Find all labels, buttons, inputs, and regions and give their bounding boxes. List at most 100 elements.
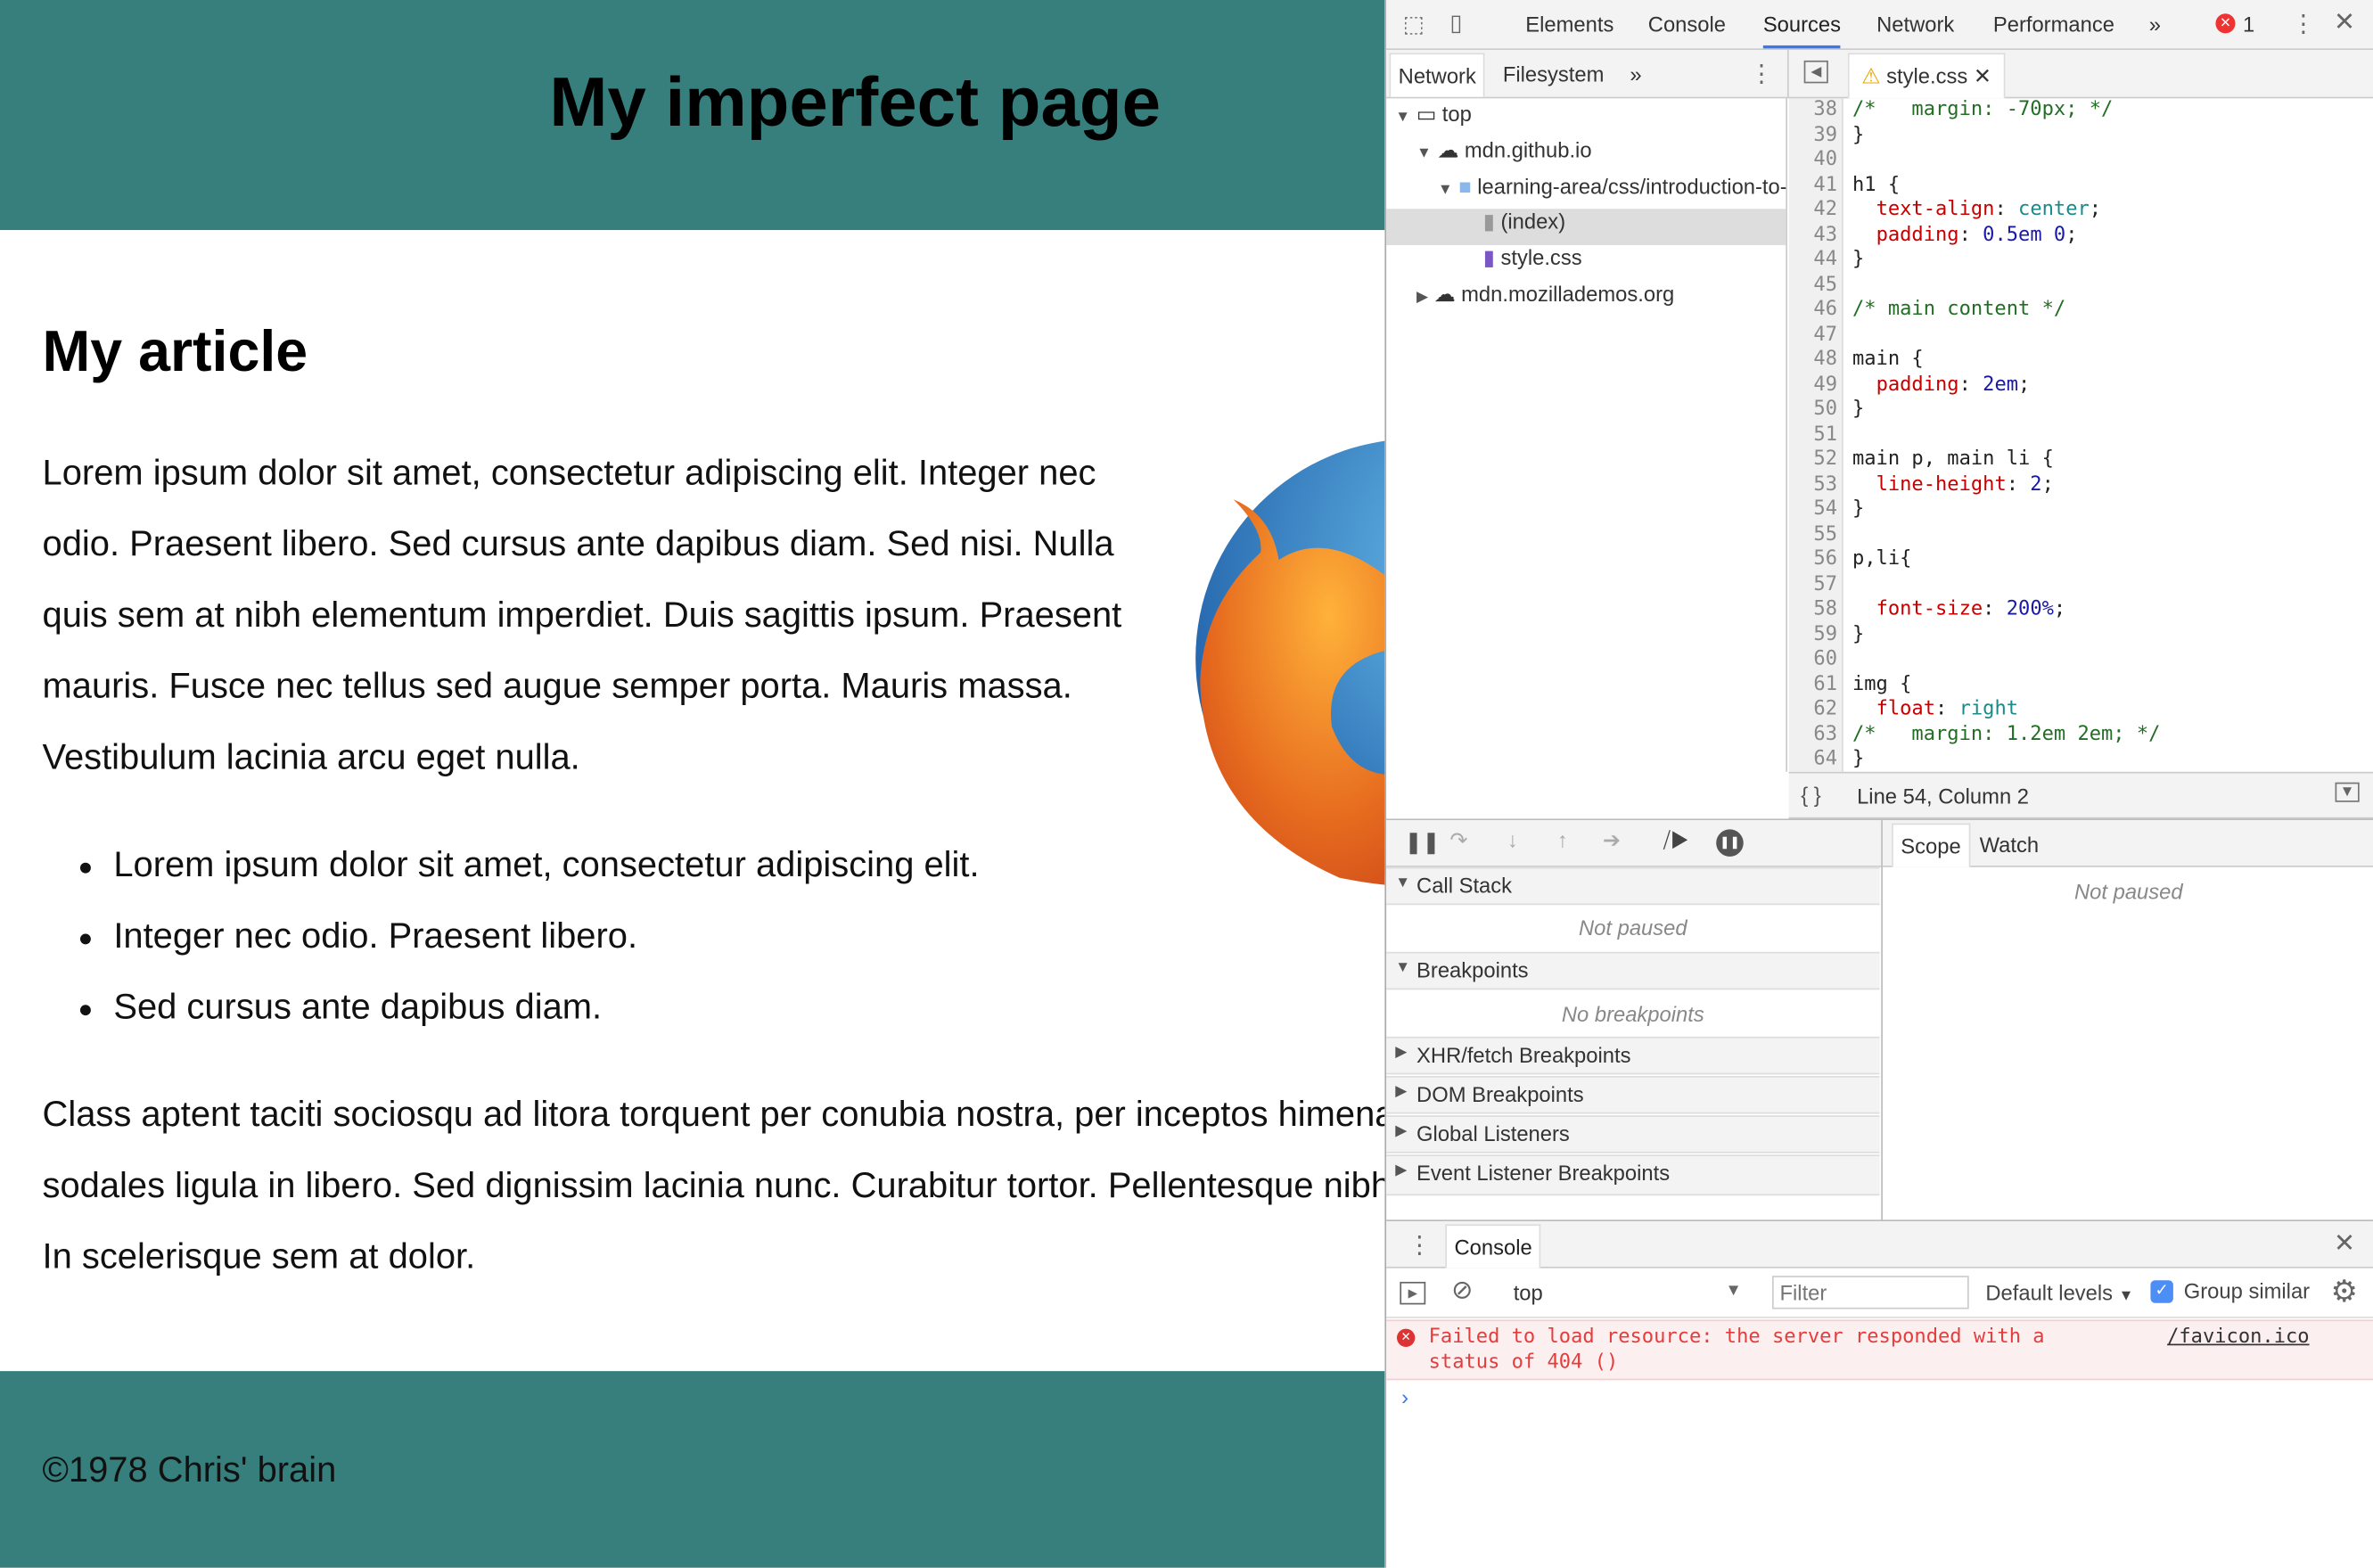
line-number[interactable]: 42 (1789, 198, 1837, 223)
pause-on-exceptions-icon[interactable]: ❚❚ (1716, 829, 1744, 857)
line-number[interactable]: 57 (1789, 573, 1837, 598)
tab-network[interactable]: Network (1876, 12, 1954, 37)
tab-console-drawer[interactable]: Console (1445, 1224, 1541, 1268)
line-number[interactable]: 63 (1789, 723, 1837, 748)
clear-console-icon[interactable]: ⊘ (1451, 1276, 1473, 1306)
code-line[interactable]: 47 (1789, 323, 1852, 348)
line-number[interactable]: 46 (1789, 298, 1837, 323)
line-number[interactable]: 59 (1789, 623, 1837, 648)
more-tabs-button[interactable]: » (2149, 12, 2161, 37)
xhr-breakpoints-section[interactable]: ▶ XHR/fetch Breakpoints (1386, 1036, 1880, 1075)
code-line[interactable]: 58 font-size: 200%; (1789, 598, 2065, 623)
code-line[interactable]: 46 /* main content */ (1789, 298, 2065, 323)
code-line[interactable]: 63 /* margin: 1.2em 2em; */ (1789, 723, 2160, 748)
code-line[interactable]: 54} (1789, 498, 1864, 523)
line-number[interactable]: 47 (1789, 323, 1837, 348)
tab-scope[interactable]: Scope (1892, 823, 1970, 867)
code-line[interactable]: 44} (1789, 248, 1864, 273)
step-over-icon[interactable]: ↷ (1449, 828, 1467, 854)
code-line[interactable]: 41 h1 { (1789, 173, 1900, 198)
console-prompt-icon[interactable]: › (1401, 1384, 1408, 1408)
tab-sources[interactable]: Sources (1762, 12, 1842, 49)
deactivate-breakpoints-icon[interactable]: ⧸▶ (1663, 828, 1689, 854)
code-line[interactable]: 50} (1789, 398, 1864, 423)
line-number[interactable]: 53 (1789, 473, 1837, 498)
group-similar-checkbox[interactable]: ✓ (2150, 1280, 2173, 1303)
step-icon[interactable]: ➔ (1603, 828, 1621, 854)
code-line[interactable]: 43 padding: 0.5em 0; (1789, 223, 2077, 248)
line-number[interactable]: 58 (1789, 598, 1837, 623)
tab-performance[interactable]: Performance (1993, 12, 2114, 37)
code-line[interactable]: 55 (1789, 523, 1852, 548)
code-line[interactable]: 56 p,li{ (1789, 548, 1911, 573)
tab-navigator-network[interactable]: Network (1389, 53, 1486, 97)
tab-elements[interactable]: Elements (1525, 12, 1613, 37)
line-number[interactable]: 41 (1789, 173, 1837, 198)
code-line[interactable]: 64} (1789, 748, 1864, 772)
close-devtools-icon[interactable]: ✕ (2334, 7, 2355, 37)
code-line[interactable]: 62 float: right (1789, 698, 2018, 723)
line-number[interactable]: 56 (1789, 548, 1837, 573)
inspect-element-icon[interactable]: ⬚ (1403, 11, 1425, 38)
line-number[interactable]: 55 (1789, 523, 1837, 548)
line-number[interactable]: 43 (1789, 223, 1837, 248)
code-line[interactable]: 57 (1789, 573, 1852, 598)
tab-watch[interactable]: Watch (1980, 833, 2039, 857)
console-settings-gear-icon[interactable]: ⚙ (2330, 1273, 2357, 1310)
line-number[interactable]: 60 (1789, 648, 1837, 673)
code-line[interactable]: 61 img { (1789, 673, 1911, 698)
tab-navigator-filesystem[interactable]: Filesystem (1503, 62, 1605, 86)
line-number[interactable]: 62 (1789, 698, 1837, 723)
error-icon[interactable]: ✕ (2215, 13, 2236, 34)
tree-item-top[interactable]: ▼ ▭ top (1386, 102, 1786, 138)
line-number[interactable]: 45 (1789, 273, 1837, 298)
step-out-icon[interactable]: ↑ (1557, 828, 1568, 852)
more-navigator-tabs[interactable]: » (1630, 62, 1641, 86)
code-line[interactable]: 60 (1789, 648, 1852, 673)
tree-item-style-css[interactable]: ▮ style.css (1386, 245, 1786, 282)
context-dropdown-icon[interactable]: ▼ (1725, 1282, 1741, 1300)
close-file-icon[interactable]: ✕ (1974, 63, 1991, 87)
device-toolbar-icon[interactable]: ▯ (1449, 9, 1462, 37)
toggle-debugger-icon[interactable]: ▼ (2335, 782, 2360, 802)
call-stack-section[interactable]: ▼ Call Stack (1386, 866, 1880, 906)
code-line[interactable]: 39} (1789, 123, 1864, 148)
code-line[interactable]: 59} (1789, 623, 1864, 648)
code-line[interactable]: 52 main p, main li { (1789, 448, 2053, 473)
code-line[interactable]: 38 /* margin: -70px; */ (1789, 98, 2113, 123)
console-sidebar-icon[interactable]: ▶ (1400, 1281, 1426, 1305)
filter-input[interactable] (1772, 1276, 1969, 1309)
log-levels-dropdown[interactable]: Default levels ▼ (1985, 1280, 2133, 1304)
pretty-print-icon[interactable]: { } (1801, 783, 1820, 807)
line-number[interactable]: 54 (1789, 498, 1837, 523)
code-line[interactable]: 45 (1789, 273, 1852, 298)
line-number[interactable]: 44 (1789, 248, 1837, 273)
line-number[interactable]: 48 (1789, 348, 1837, 373)
error-source-link[interactable]: /favicon.ico (2167, 1326, 2309, 1348)
navigator-menu-icon[interactable]: ⋮ (1750, 59, 1774, 89)
line-number[interactable]: 39 (1789, 123, 1837, 148)
breakpoints-section[interactable]: ▼ Breakpoints (1386, 951, 1880, 990)
more-options-icon[interactable]: ⋮ (2291, 9, 2315, 39)
line-number[interactable]: 51 (1789, 423, 1837, 448)
code-line[interactable]: 51 (1789, 423, 1852, 448)
tab-open-file[interactable]: ⚠ style.css ✕ (1847, 53, 2006, 99)
code-line[interactable]: 48 main { (1789, 348, 1923, 373)
line-number[interactable]: 61 (1789, 673, 1837, 698)
code-editor[interactable]: 38/* margin: -70px; */39} 40 41 h1 {42 text… (1788, 98, 2373, 772)
line-number[interactable]: 50 (1789, 398, 1837, 423)
code-line[interactable]: 40 (1789, 148, 1852, 173)
code-line[interactable]: 53 line-height: 2; (1789, 473, 2053, 498)
code-line[interactable]: 49 padding: 2em; (1789, 373, 2030, 398)
pause-icon[interactable]: ❚❚ (1404, 829, 1440, 855)
line-number[interactable]: 40 (1789, 148, 1837, 173)
context-select[interactable]: top (1514, 1280, 1543, 1304)
tree-item-mdn-github[interactable]: ▼ ☁ mdn.github.io (1386, 137, 1786, 174)
line-number[interactable]: 38 (1789, 98, 1837, 123)
error-count[interactable]: 1 (2243, 12, 2254, 37)
code-line[interactable]: 42 text-align: center; (1789, 198, 2101, 223)
dom-breakpoints-section[interactable]: ▶ DOM Breakpoints (1386, 1076, 1880, 1114)
drawer-menu-icon[interactable]: ⋮ (1408, 1230, 1432, 1260)
tab-console[interactable]: Console (1648, 12, 1726, 37)
close-drawer-icon[interactable]: ✕ (2334, 1229, 2355, 1260)
